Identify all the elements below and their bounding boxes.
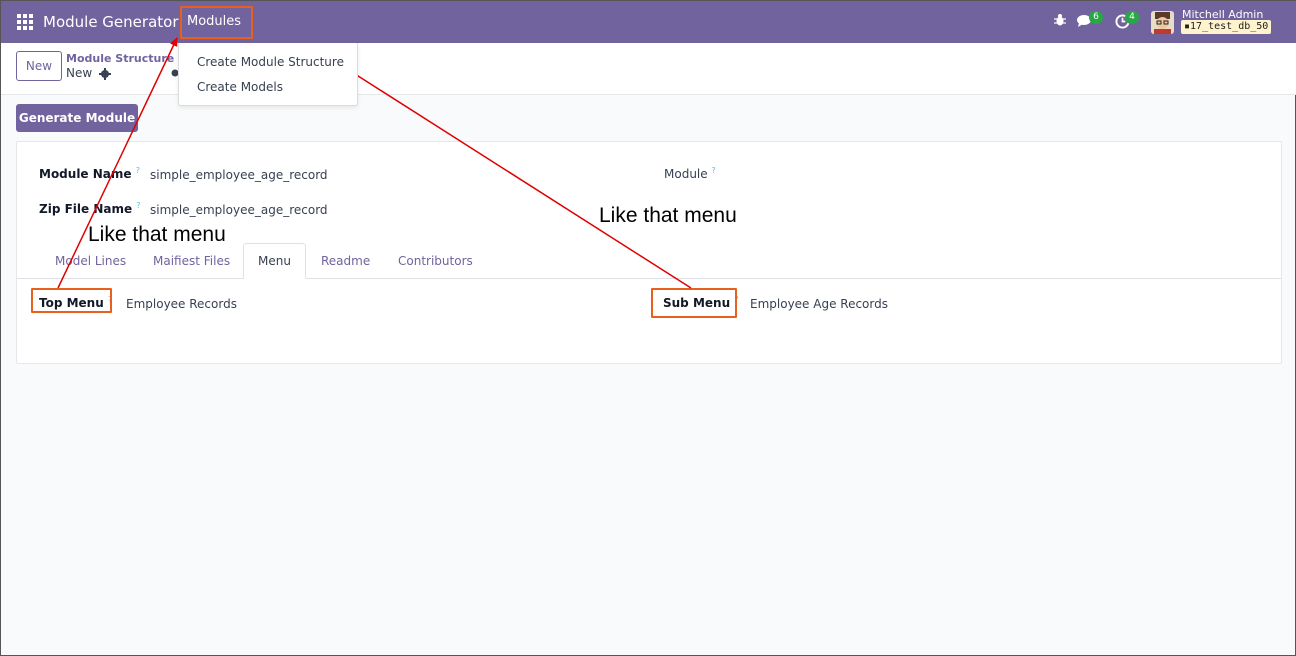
sub-menu-label-text: Sub Menu bbox=[663, 296, 731, 310]
database-name-badge: ▪17_test_db_50 bbox=[1181, 20, 1272, 34]
zip-file-name-help-icon[interactable]: ? bbox=[136, 201, 140, 210]
zip-file-name-label: Zip File Name ? bbox=[39, 201, 141, 216]
sub-menu-help-icon[interactable]: ? bbox=[734, 295, 738, 304]
tab-model-lines[interactable]: Model Lines bbox=[55, 254, 126, 268]
user-avatar[interactable] bbox=[1151, 11, 1174, 34]
sub-menu-label: Sub Menu ? bbox=[663, 295, 739, 310]
top-menu-label-text: Top Menu bbox=[39, 296, 104, 310]
new-button[interactable]: New bbox=[16, 51, 62, 81]
module-name-field[interactable]: simple_employee_age_record bbox=[150, 168, 328, 182]
zip-file-name-label-text: Zip File Name bbox=[39, 202, 133, 216]
tab-manifest-files[interactable]: Maifiest Files bbox=[153, 254, 230, 268]
form-sheet: Module Name ? simple_employee_age_record… bbox=[16, 141, 1282, 364]
top-menu-help-icon[interactable]: ? bbox=[108, 295, 112, 304]
tab-contributors[interactable]: Contributors bbox=[398, 254, 473, 268]
chat-count-badge: 6 bbox=[1089, 11, 1103, 24]
module-name-help-icon[interactable]: ? bbox=[136, 166, 140, 175]
generate-module-button[interactable]: Generate Module bbox=[16, 104, 138, 132]
annotation-right-note: Like that menu bbox=[599, 204, 737, 227]
annotation-left-note: Like that menu bbox=[88, 223, 226, 246]
sub-menu-field[interactable]: Employee Age Records bbox=[750, 297, 888, 311]
module-name-label-text: Module Name bbox=[39, 167, 132, 181]
top-navbar: Module Generator Modules 6 4 Mitchell Ad… bbox=[1, 1, 1296, 43]
tab-menu[interactable]: Menu bbox=[243, 243, 306, 279]
modules-menu[interactable]: Modules bbox=[187, 14, 241, 29]
module-label-text: Module bbox=[664, 167, 708, 181]
apps-grid-icon[interactable] bbox=[17, 14, 33, 30]
dropdown-item-create-models[interactable]: Create Models bbox=[197, 80, 283, 94]
module-label: Module ? bbox=[664, 166, 716, 181]
module-name-label: Module Name ? bbox=[39, 166, 140, 181]
module-help-icon[interactable]: ? bbox=[711, 166, 715, 175]
tab-readme[interactable]: Readme bbox=[321, 254, 370, 268]
breadcrumb[interactable]: Module Structure bbox=[66, 52, 174, 65]
zip-file-name-field[interactable]: simple_employee_age_record bbox=[150, 203, 328, 217]
app-title[interactable]: Module Generator bbox=[43, 13, 178, 31]
record-name: New bbox=[66, 66, 93, 80]
dropdown-item-create-module-structure[interactable]: Create Module Structure bbox=[197, 55, 344, 69]
modules-dropdown: Create Module Structure Create Models bbox=[178, 43, 358, 106]
debug-bug-icon[interactable] bbox=[1053, 13, 1067, 27]
top-menu-field[interactable]: Employee Records bbox=[126, 297, 237, 311]
activity-count-badge: 4 bbox=[1125, 11, 1139, 24]
gear-icon[interactable] bbox=[99, 68, 111, 80]
top-menu-label: Top Menu ? bbox=[39, 295, 112, 310]
notebook-tabs: Model Lines Maifiest Files Menu Readme C… bbox=[17, 243, 1281, 279]
database-name: 17_test_db_50 bbox=[1190, 21, 1269, 32]
